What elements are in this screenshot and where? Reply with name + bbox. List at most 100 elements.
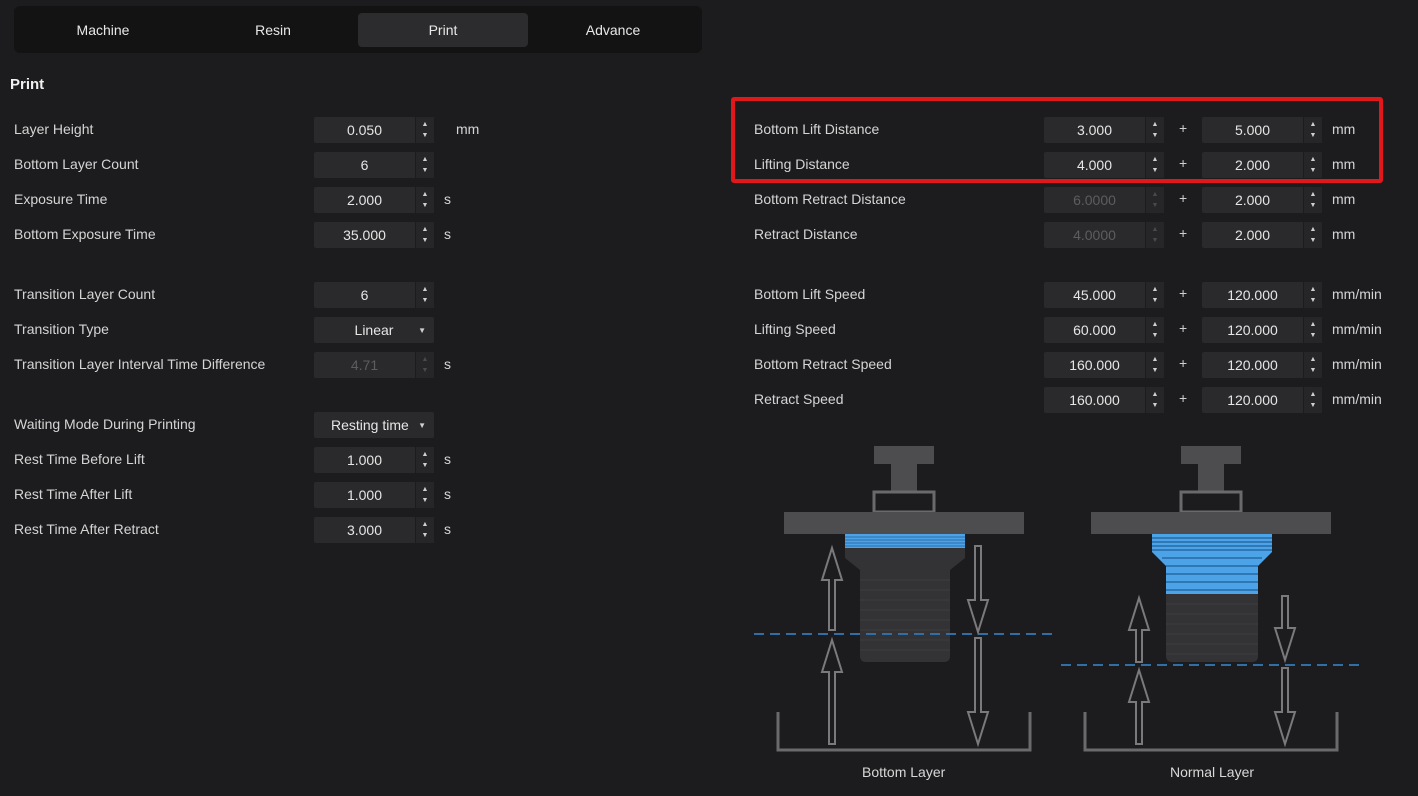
lifting-speed-input-2[interactable]	[1202, 317, 1303, 343]
retract-distance-input-2[interactable]	[1202, 222, 1303, 248]
plus-sign: +	[1179, 320, 1188, 336]
transition-layer-count-input[interactable]	[314, 282, 415, 308]
rest-after-lift-stepper[interactable]: ▲ ▼	[415, 482, 434, 508]
chevron-up-icon[interactable]: ▲	[416, 189, 434, 200]
chevron-down-icon[interactable]: ▼	[1146, 400, 1164, 411]
lifting-speed-spinbox-2[interactable]: ▲▼	[1202, 317, 1322, 343]
waiting-mode-dropdown[interactable]: Resting time ▼	[314, 412, 434, 438]
chevron-up-icon[interactable]: ▲	[1304, 389, 1322, 400]
retract-speed-stepper-1[interactable]: ▲ ▼	[1145, 387, 1164, 413]
bottom-retract-speed-input-1[interactable]	[1044, 352, 1145, 378]
bottom-retract-speed-input-2[interactable]	[1202, 352, 1303, 378]
chevron-down-icon[interactable]: ▼	[1146, 295, 1164, 306]
plus-sign: +	[1179, 390, 1188, 406]
rest-after-retract-spinbox[interactable]: ▲▼	[314, 517, 434, 543]
rest-after-lift-input[interactable]	[314, 482, 415, 508]
chevron-down-icon[interactable]: ▼	[416, 495, 434, 506]
bottom-layer-count-spinbox[interactable]: ▲▼	[314, 152, 434, 178]
chevron-down-icon[interactable]: ▼	[416, 130, 434, 141]
chevron-down-icon[interactable]: ▼	[416, 295, 434, 306]
rest-before-lift-spinbox[interactable]: ▲▼	[314, 447, 434, 473]
bottom-retract-speed-spinbox-2[interactable]: ▲▼	[1202, 352, 1322, 378]
bottom-lift-speed-spinbox-1[interactable]: ▲▼	[1044, 282, 1164, 308]
bottom-retract-distance-stepper-2[interactable]: ▲ ▼	[1303, 187, 1322, 213]
chevron-down-icon[interactable]: ▼	[1146, 365, 1164, 376]
transition-interval-unit: s	[444, 356, 451, 372]
chevron-up-icon[interactable]: ▲	[1146, 389, 1164, 400]
tab-resin[interactable]: Resin	[188, 13, 358, 47]
tab-machine[interactable]: Machine	[18, 13, 188, 47]
retract-distance-stepper-2[interactable]: ▲ ▼	[1303, 222, 1322, 248]
tab-advance[interactable]: Advance	[528, 13, 698, 47]
chevron-down-icon[interactable]: ▼	[1146, 330, 1164, 341]
bottom-lift-speed-input-1[interactable]	[1044, 282, 1145, 308]
retract-distance-spinbox-2[interactable]: ▲▼	[1202, 222, 1322, 248]
chevron-up-icon[interactable]: ▲	[416, 224, 434, 235]
chevron-down-icon[interactable]: ▼	[1304, 400, 1322, 411]
bottom-exposure-time-spinbox[interactable]: ▲▼	[314, 222, 434, 248]
rest-after-lift-spinbox[interactable]: ▲▼	[314, 482, 434, 508]
chevron-up-icon[interactable]: ▲	[416, 154, 434, 165]
bottom-lift-speed-stepper-1[interactable]: ▲ ▼	[1145, 282, 1164, 308]
exposure-time-spinbox[interactable]: ▲▼	[314, 187, 434, 213]
lifting-speed-input-1[interactable]	[1044, 317, 1145, 343]
chevron-down-icon[interactable]: ▼	[1304, 295, 1322, 306]
transition-layer-count-spinbox[interactable]: ▲▼	[314, 282, 434, 308]
chevron-up-icon[interactable]: ▲	[416, 484, 434, 495]
chevron-up-icon[interactable]: ▲	[1304, 284, 1322, 295]
layer-height-stepper[interactable]: ▲ ▼	[415, 117, 434, 143]
retract-speed-spinbox-2[interactable]: ▲▼	[1202, 387, 1322, 413]
chevron-up-icon[interactable]: ▲	[1304, 319, 1322, 330]
retract-speed-spinbox-1[interactable]: ▲▼	[1044, 387, 1164, 413]
bottom-lift-speed-stepper-2[interactable]: ▲ ▼	[1303, 282, 1322, 308]
bottom-lift-speed-spinbox-2[interactable]: ▲▼	[1202, 282, 1322, 308]
rest-before-lift-input[interactable]	[314, 447, 415, 473]
rest-after-retract-stepper[interactable]: ▲ ▼	[415, 517, 434, 543]
chevron-down-icon[interactable]: ▼	[416, 235, 434, 246]
bottom-retract-distance-input-2[interactable]	[1202, 187, 1303, 213]
bottom-retract-speed-stepper-1[interactable]: ▲ ▼	[1145, 352, 1164, 378]
bottom-layer-count-input[interactable]	[314, 152, 415, 178]
chevron-up-icon[interactable]: ▲	[1304, 354, 1322, 365]
chevron-down-icon[interactable]: ▼	[416, 530, 434, 541]
bottom-retract-speed-spinbox-1[interactable]: ▲▼	[1044, 352, 1164, 378]
layer-height-spinbox[interactable]: ▲▼	[314, 117, 434, 143]
bottom-retract-speed-stepper-2[interactable]: ▲ ▼	[1303, 352, 1322, 378]
bottom-exposure-time-input[interactable]	[314, 222, 415, 248]
chevron-up-icon[interactable]: ▲	[416, 519, 434, 530]
lifting-speed-stepper-2[interactable]: ▲ ▼	[1303, 317, 1322, 343]
chevron-up-icon[interactable]: ▲	[416, 119, 434, 130]
chevron-up-icon[interactable]: ▲	[1146, 319, 1164, 330]
chevron-up-icon[interactable]: ▲	[1304, 224, 1322, 235]
bottom-exposure-time-stepper[interactable]: ▲ ▼	[415, 222, 434, 248]
bottom-layer-count-stepper[interactable]: ▲ ▼	[415, 152, 434, 178]
chevron-up-icon[interactable]: ▲	[1146, 354, 1164, 365]
rest-before-lift-stepper[interactable]: ▲ ▼	[415, 447, 434, 473]
retract-speed-input-2[interactable]	[1202, 387, 1303, 413]
chevron-down-icon[interactable]: ▼	[416, 165, 434, 176]
layer-height-input[interactable]	[314, 117, 415, 143]
bottom-retract-distance-spinbox-2[interactable]: ▲▼	[1202, 187, 1322, 213]
chevron-down-icon[interactable]: ▼	[1304, 200, 1322, 211]
lifting-speed-stepper-1[interactable]: ▲ ▼	[1145, 317, 1164, 343]
retract-distance-unit: mm	[1332, 226, 1356, 242]
exposure-time-stepper[interactable]: ▲ ▼	[415, 187, 434, 213]
transition-type-dropdown[interactable]: Linear ▼	[314, 317, 434, 343]
chevron-up-icon[interactable]: ▲	[416, 449, 434, 460]
lifting-speed-spinbox-1[interactable]: ▲▼	[1044, 317, 1164, 343]
retract-speed-stepper-2[interactable]: ▲ ▼	[1303, 387, 1322, 413]
chevron-down-icon[interactable]: ▼	[416, 460, 434, 471]
chevron-down-icon[interactable]: ▼	[416, 200, 434, 211]
chevron-down-icon[interactable]: ▼	[1304, 330, 1322, 341]
transition-layer-count-stepper[interactable]: ▲ ▼	[415, 282, 434, 308]
chevron-up-icon[interactable]: ▲	[1146, 284, 1164, 295]
exposure-time-input[interactable]	[314, 187, 415, 213]
tab-print[interactable]: Print	[358, 12, 528, 47]
chevron-up-icon[interactable]: ▲	[1304, 189, 1322, 200]
rest-after-retract-input[interactable]	[314, 517, 415, 543]
chevron-up-icon[interactable]: ▲	[416, 284, 434, 295]
chevron-down-icon[interactable]: ▼	[1304, 365, 1322, 376]
bottom-lift-speed-input-2[interactable]	[1202, 282, 1303, 308]
chevron-down-icon[interactable]: ▼	[1304, 235, 1322, 246]
retract-speed-input-1[interactable]	[1044, 387, 1145, 413]
